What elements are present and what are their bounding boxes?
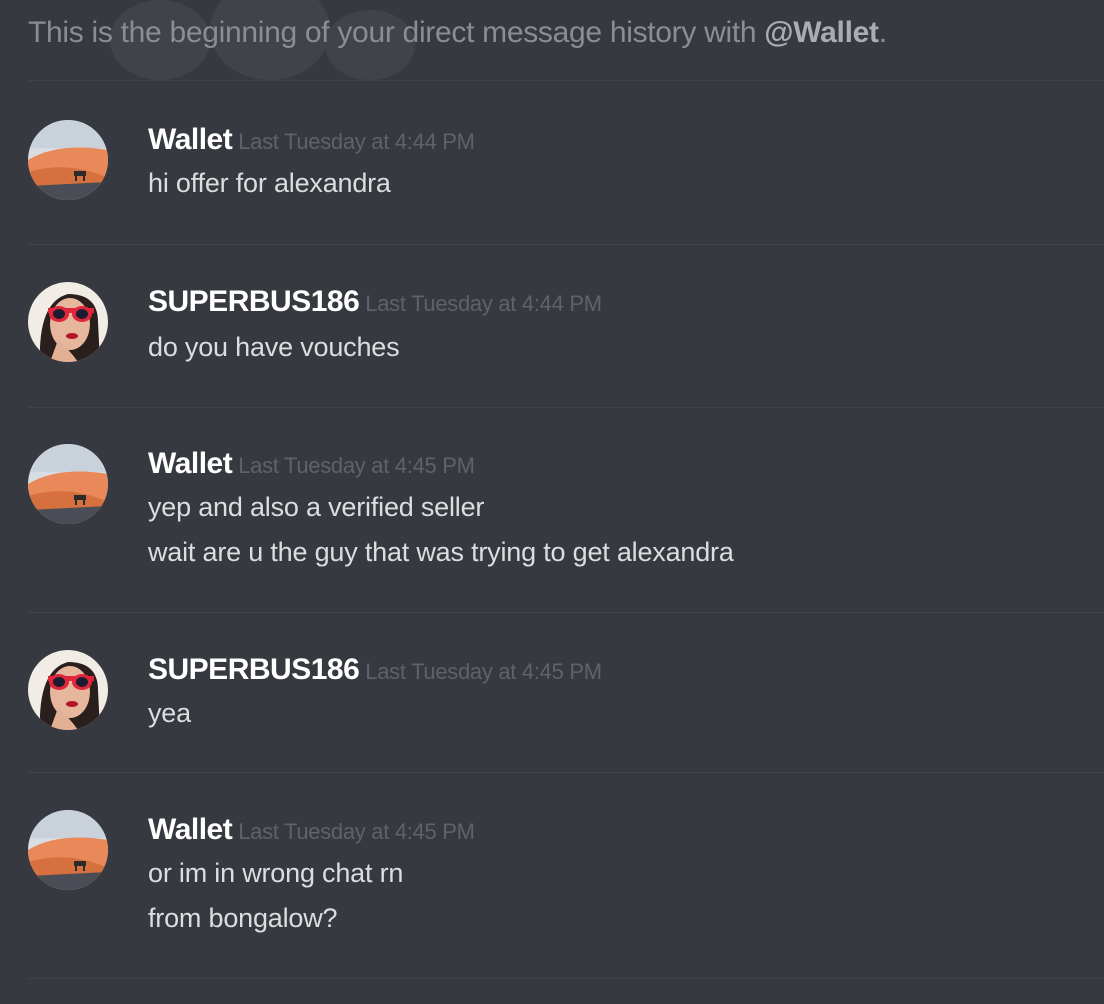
- avatar[interactable]: [28, 650, 108, 730]
- message-text: yep and also a verified seller: [148, 492, 485, 522]
- avatar[interactable]: [28, 444, 108, 524]
- timestamp: Last Tuesday at 4:45 PM: [365, 659, 602, 684]
- timestamp: Last Tuesday at 4:44 PM: [238, 129, 475, 154]
- message-text: hi offer for alexandra: [148, 168, 391, 198]
- avatar[interactable]: [28, 810, 108, 890]
- timestamp: Last Tuesday at 4:45 PM: [238, 819, 475, 844]
- timestamp: Last Tuesday at 4:45 PM: [238, 453, 475, 478]
- username[interactable]: Wallet: [148, 813, 233, 846]
- woman-red-sunglasses-icon: [28, 650, 108, 730]
- divider: [28, 407, 1104, 408]
- username[interactable]: Wallet: [148, 447, 233, 480]
- user-mention[interactable]: @Wallet: [764, 16, 879, 49]
- message-text: from bongalow?: [148, 903, 338, 933]
- divider: [28, 772, 1104, 773]
- intro-text: This is the beginning of your direct mes…: [28, 16, 765, 49]
- dm-history-intro: This is the beginning of your direct mes…: [28, 16, 887, 50]
- divider: [28, 244, 1104, 245]
- message-text: wait are u the guy that was trying to ge…: [148, 537, 734, 567]
- avatar[interactable]: [28, 282, 108, 362]
- intro-suffix: .: [878, 16, 887, 49]
- divider: [28, 978, 1104, 979]
- message-header: SUPERBUS186 Last Tuesday at 4:45 PM: [148, 650, 602, 695]
- divider: [28, 612, 1104, 613]
- avatar[interactable]: [28, 120, 108, 200]
- desert-landscape-icon: [28, 810, 108, 890]
- message-header: Wallet Last Tuesday at 4:45 PM: [148, 444, 475, 489]
- woman-red-sunglasses-icon: [28, 282, 108, 362]
- message-header: Wallet Last Tuesday at 4:45 PM: [148, 810, 475, 855]
- message-header: Wallet Last Tuesday at 4:44 PM: [148, 120, 475, 165]
- username[interactable]: SUPERBUS186: [148, 653, 360, 686]
- message-text: do you have vouches: [148, 332, 400, 362]
- desert-landscape-icon: [28, 444, 108, 524]
- username[interactable]: Wallet: [148, 123, 233, 156]
- message-text: or im in wrong chat rn: [148, 858, 404, 888]
- message-header: SUPERBUS186 Last Tuesday at 4:44 PM: [148, 282, 602, 327]
- message-text: yea: [148, 698, 191, 728]
- background-watermark: [110, 0, 415, 80]
- timestamp: Last Tuesday at 4:44 PM: [365, 291, 602, 316]
- desert-landscape-icon: [28, 120, 108, 200]
- divider: [28, 80, 1104, 81]
- username[interactable]: SUPERBUS186: [148, 285, 360, 318]
